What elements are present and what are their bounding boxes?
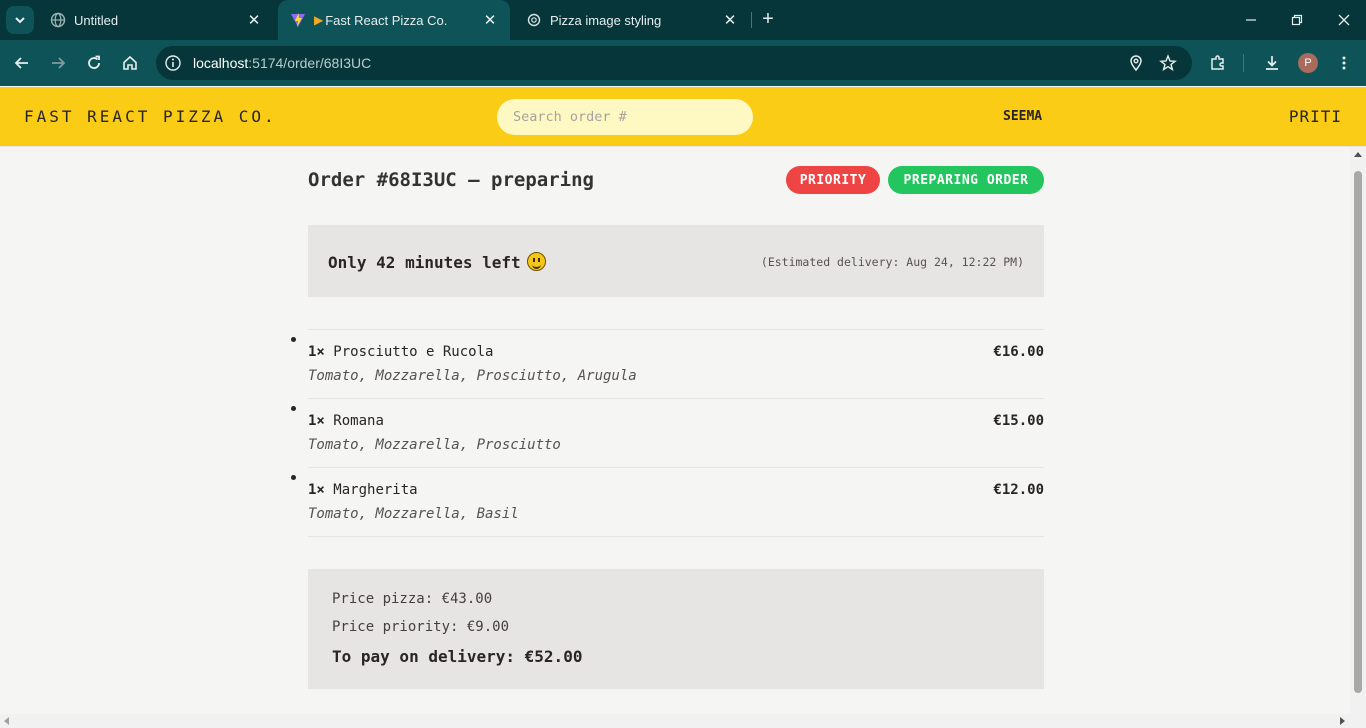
arrow-left-icon (14, 57, 28, 69)
location-pin-icon[interactable] (1127, 54, 1145, 72)
scroll-right-arrow-icon[interactable] (1340, 717, 1345, 725)
minimize-icon (1246, 19, 1256, 21)
close-icon[interactable]: ✕ (482, 12, 498, 29)
forward-button[interactable] (46, 51, 70, 75)
item-name: 1× Margherita (308, 482, 418, 498)
logo-link[interactable]: FAST REACT PIZZA CO. (24, 107, 277, 126)
openai-icon (526, 12, 542, 28)
item-ingredients: Tomato, Mozzarella, Prosciutto, Arugula (308, 368, 637, 384)
url-text[interactable]: localhost:5174/order/68I3UC (193, 55, 371, 71)
tab-title: Fast React Pizza Co. (325, 12, 448, 28)
profile-avatar[interactable]: P (1298, 53, 1318, 73)
pizza-icon: ▶ (314, 13, 324, 27)
item-name: 1× Romana (308, 413, 384, 429)
tab-separator (751, 12, 752, 28)
more-vertical-icon (1342, 56, 1346, 70)
item-qty: 1× (308, 344, 325, 360)
browser-toolbar: localhost:5174/order/68I3UC P (0, 40, 1366, 86)
item-label: Margherita (333, 482, 418, 498)
item-price: €12.00 (993, 482, 1044, 498)
price-pizza: Price pizza: €43.00 (332, 591, 493, 607)
home-button[interactable] (118, 51, 142, 75)
extensions-button[interactable] (1206, 51, 1230, 75)
close-window-button[interactable] (1332, 8, 1356, 32)
address-bar[interactable]: localhost:5174/order/68I3UC (156, 46, 1192, 80)
tab-fast-react-pizza[interactable]: ▶ Fast React Pizza Co. ✕ (278, 0, 510, 40)
close-icon[interactable]: ✕ (722, 12, 738, 29)
star-icon[interactable] (1159, 54, 1177, 72)
url-path: :5174/order/68I3UC (248, 55, 372, 71)
search-order-input[interactable] (497, 99, 753, 135)
priority-badge: PRIORITY (786, 166, 880, 194)
price-priority: Price priority: €9.00 (332, 619, 510, 635)
vite-icon (290, 12, 306, 28)
item-name: 1× Prosciutto e Rucola (308, 344, 493, 360)
downloads-button[interactable] (1260, 51, 1284, 75)
globe-icon (50, 12, 66, 28)
list-item: 1× Margherita €12.00 Tomato, Mozzarella,… (308, 468, 1044, 537)
username: SEEMA (1003, 109, 1043, 124)
horizontal-scrollbar[interactable] (0, 714, 1366, 728)
item-price: €15.00 (993, 413, 1044, 429)
chevron-down-icon (15, 17, 25, 24)
arrow-right-icon (52, 57, 66, 69)
close-icon[interactable]: ✕ (246, 12, 262, 29)
reload-button[interactable] (82, 51, 106, 75)
reload-icon (88, 55, 100, 69)
download-icon (1266, 56, 1278, 70)
item-price: €16.00 (993, 344, 1044, 360)
item-qty: 1× (308, 482, 325, 498)
tab-search-button[interactable] (6, 6, 34, 34)
app-header: FAST REACT PIZZA CO. SEEMA PRITI (0, 87, 1366, 147)
item-ingredients: Tomato, Mozzarella, Basil (308, 506, 519, 522)
close-icon (1338, 14, 1350, 26)
home-icon (123, 55, 137, 70)
restore-icon (1291, 14, 1303, 26)
total-to-pay: To pay on delivery: €52.00 (332, 647, 583, 666)
price-summary: Price pizza: €43.00 Price priority: €9.0… (308, 569, 1044, 689)
scroll-left-arrow-icon[interactable] (4, 717, 9, 725)
tab-title: Untitled (74, 12, 119, 28)
vertical-scrollbar[interactable] (1350, 147, 1366, 714)
eta-label: Only 42 minutes left (328, 253, 521, 272)
scrollbar-thumb[interactable] (1354, 171, 1362, 693)
list-item: 1× Prosciutto e Rucola €16.00 Tomato, Mo… (308, 330, 1044, 399)
tab-untitled[interactable]: Untitled ✕ (38, 0, 274, 40)
item-label: Romana (333, 413, 384, 429)
scroll-up-arrow-icon[interactable] (1354, 152, 1362, 157)
eta-text: Only 42 minutes left (328, 252, 546, 272)
order-title: Order #68I3UC — preparing (308, 169, 594, 191)
restore-button[interactable] (1285, 8, 1309, 32)
status-badge: PREPARING ORDER (888, 166, 1044, 194)
site-info-icon[interactable] (164, 54, 182, 72)
puzzle-icon (1211, 55, 1224, 70)
order-items-list: 1× Prosciutto e Rucola €16.00 Tomato, Mo… (308, 329, 1044, 537)
new-tab-button[interactable]: + (758, 9, 778, 30)
browser-menu-button[interactable] (1332, 51, 1356, 75)
grinning-face-emoji-icon (526, 252, 546, 271)
tab-pizza-image-styling[interactable]: Pizza image styling ✕ (514, 0, 750, 40)
toolbar-separator (1243, 54, 1244, 72)
url-host: localhost (193, 55, 249, 71)
tab-title: Pizza image styling (550, 12, 662, 28)
list-item: 1× Romana €15.00 Tomato, Mozzarella, Pro… (308, 399, 1044, 468)
estimated-delivery: (Estimated delivery: Aug 24, 12:22 PM) (760, 255, 1024, 269)
username-secondary: PRITI (1288, 107, 1342, 126)
item-qty: 1× (308, 413, 325, 429)
item-ingredients: Tomato, Mozzarella, Prosciutto (308, 437, 561, 453)
browser-tab-bar: Untitled ✕ ▶ Fast React Pizza Co. ✕ Pizz… (0, 0, 1366, 40)
minimize-button[interactable] (1239, 8, 1263, 32)
eta-box: Only 42 minutes left (Estimated delivery… (308, 225, 1044, 297)
back-button[interactable] (10, 51, 34, 75)
item-label: Prosciutto e Rucola (333, 344, 494, 360)
